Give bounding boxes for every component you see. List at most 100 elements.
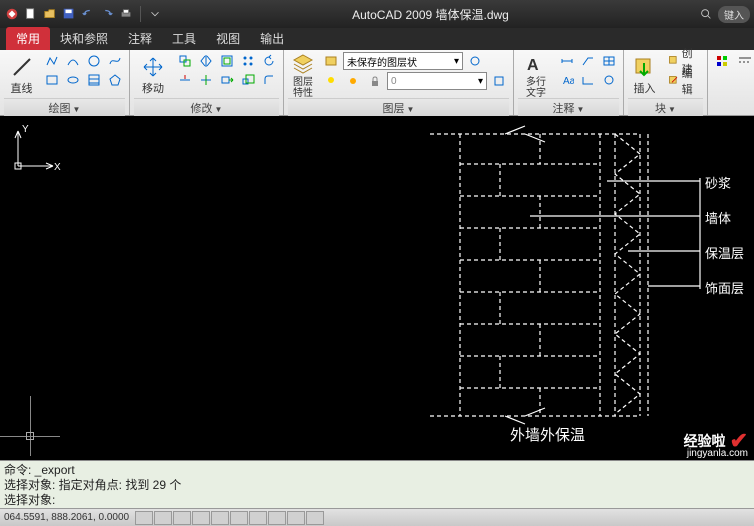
layer-state-combo[interactable]: 未保存的图层状▾	[343, 52, 463, 70]
drawing-canvas[interactable]: 砂浆 墙体 保温层 饰面层 外墙外保温 Y X 经验啦✔ jingyanla.c…	[0, 116, 754, 460]
panel-annotation-label[interactable]: 注释▼	[518, 98, 619, 117]
panel-block-label[interactable]: 块▼	[628, 98, 703, 117]
panel-layers-label[interactable]: 图层▼	[288, 98, 509, 117]
lwt-toggle[interactable]	[287, 511, 305, 525]
extend-icon[interactable]	[196, 71, 216, 89]
undo-icon[interactable]	[80, 6, 96, 22]
move-label: 移动	[142, 80, 164, 96]
mtext-button[interactable]: A 多行 文字	[518, 52, 554, 98]
polar-toggle[interactable]	[192, 511, 210, 525]
anno-tools: Aa	[557, 52, 619, 89]
tab-annotate[interactable]: 注释	[118, 27, 162, 50]
app-menu-icon[interactable]	[4, 6, 20, 22]
tab-output[interactable]: 输出	[250, 27, 294, 50]
layer-state-icon[interactable]	[321, 52, 341, 70]
polygon-icon[interactable]	[105, 71, 125, 89]
copy-icon[interactable]	[175, 52, 195, 70]
panel-draw-label[interactable]: 绘图▼	[4, 98, 125, 117]
table-icon[interactable]	[599, 52, 619, 70]
offset-icon[interactable]	[217, 52, 237, 70]
insert-button[interactable]: 插入	[628, 52, 661, 98]
tab-tools[interactable]: 工具	[162, 27, 206, 50]
tab-block-ref[interactable]: 块和参照	[50, 27, 118, 50]
leader-icon[interactable]	[578, 52, 598, 70]
osnap-toggle[interactable]	[211, 511, 229, 525]
cmd-line-1: 命令: _export	[4, 463, 750, 478]
open-icon[interactable]	[42, 6, 58, 22]
spline-icon[interactable]	[105, 52, 125, 70]
panel-annotation: A 多行 文字 Aa 注释▼	[514, 50, 624, 115]
layers-icon	[291, 52, 315, 76]
command-line[interactable]: 命令: _export 选择对象: 指定对角点: 找到 29 个 选择对象:	[0, 460, 754, 508]
ducs-toggle[interactable]	[249, 511, 267, 525]
leader2-icon[interactable]	[599, 71, 619, 89]
arc-icon[interactable]	[63, 52, 83, 70]
grid-toggle[interactable]	[154, 511, 172, 525]
save-icon[interactable]	[61, 6, 77, 22]
dyn-toggle[interactable]	[268, 511, 286, 525]
ortho-toggle[interactable]	[173, 511, 191, 525]
label-insulation: 保温层	[705, 243, 744, 262]
mtext-label: 多行 文字	[526, 77, 546, 99]
print-icon[interactable]	[118, 6, 134, 22]
tab-home[interactable]: 常用	[6, 27, 50, 50]
coords: 064.5591, 888.2061, 0.0000	[4, 512, 129, 523]
panel-layers: 图层 特性 未保存的图层状▾ 0▾ 图层▼	[284, 50, 514, 115]
new-icon[interactable]	[23, 6, 39, 22]
svg-text:A: A	[527, 57, 539, 74]
crosshair-v	[30, 396, 31, 456]
panel-modify-label[interactable]: 修改▼	[134, 98, 279, 117]
create-icon	[667, 54, 679, 68]
dim-icon[interactable]	[557, 52, 577, 70]
edit-block-button[interactable]: 编辑	[664, 72, 703, 90]
snap-toggle[interactable]	[135, 511, 153, 525]
panel-modify: 移动 修改▼	[130, 50, 284, 115]
modify-tools	[175, 52, 279, 89]
tab-view[interactable]: 视图	[206, 27, 250, 50]
line-label: 直线	[11, 80, 33, 96]
line-button[interactable]: 直线	[4, 52, 39, 98]
move-button[interactable]: 移动	[134, 52, 172, 98]
layer-bulb-icon[interactable]	[321, 72, 341, 90]
layer-lock-icon[interactable]	[365, 72, 385, 90]
layer-tool-icon[interactable]	[465, 52, 485, 70]
watermark: 经验啦✔ jingyanla.com	[684, 428, 748, 454]
array-icon[interactable]	[238, 52, 258, 70]
scale-icon[interactable]	[238, 71, 258, 89]
ltype-icon[interactable]	[735, 52, 754, 70]
layer-tool2-icon[interactable]	[489, 72, 509, 90]
search-icon[interactable]	[698, 6, 714, 22]
layer-sun-icon[interactable]	[343, 72, 363, 90]
rect-icon[interactable]	[42, 71, 62, 89]
prop-tools	[712, 52, 754, 70]
qp-toggle[interactable]	[306, 511, 324, 525]
drawing-title: 外墙外保温	[510, 424, 585, 445]
status-bar: 064.5591, 888.2061, 0.0000	[0, 508, 754, 526]
redo-icon[interactable]	[99, 6, 115, 22]
trim-icon[interactable]	[175, 71, 195, 89]
fillet-icon[interactable]	[259, 71, 279, 89]
ribbon-tabs: 常用 块和参照 注释 工具 视图 输出	[0, 28, 754, 50]
circle-icon[interactable]	[84, 52, 104, 70]
pline-icon[interactable]	[42, 52, 62, 70]
hatch-icon[interactable]	[84, 71, 104, 89]
mirror-icon[interactable]	[196, 52, 216, 70]
color-icon[interactable]	[712, 52, 732, 70]
label-mortar: 砂浆	[705, 173, 731, 192]
layer-props-button[interactable]: 图层 特性	[288, 52, 318, 98]
ribbon: 直线 绘图▼ 移动	[0, 50, 754, 116]
ellipse-icon[interactable]	[63, 71, 83, 89]
cmd-line-3: 选择对象:	[4, 493, 750, 508]
search-hint[interactable]: 键入	[718, 6, 750, 23]
panel-block: 插入 创建 编辑 块▼	[624, 50, 708, 115]
panel-draw: 直线 绘图▼	[0, 50, 130, 115]
edit-icon	[667, 74, 679, 88]
stretch-icon[interactable]	[217, 71, 237, 89]
field-icon[interactable]: Aa	[557, 71, 577, 89]
layer-combo[interactable]: 0▾	[387, 72, 487, 90]
insert-label: 插入	[633, 80, 655, 96]
qat-dropdown-icon[interactable]	[147, 6, 163, 22]
dim2-icon[interactable]	[578, 71, 598, 89]
otrack-toggle[interactable]	[230, 511, 248, 525]
rotate-icon[interactable]	[259, 52, 279, 70]
